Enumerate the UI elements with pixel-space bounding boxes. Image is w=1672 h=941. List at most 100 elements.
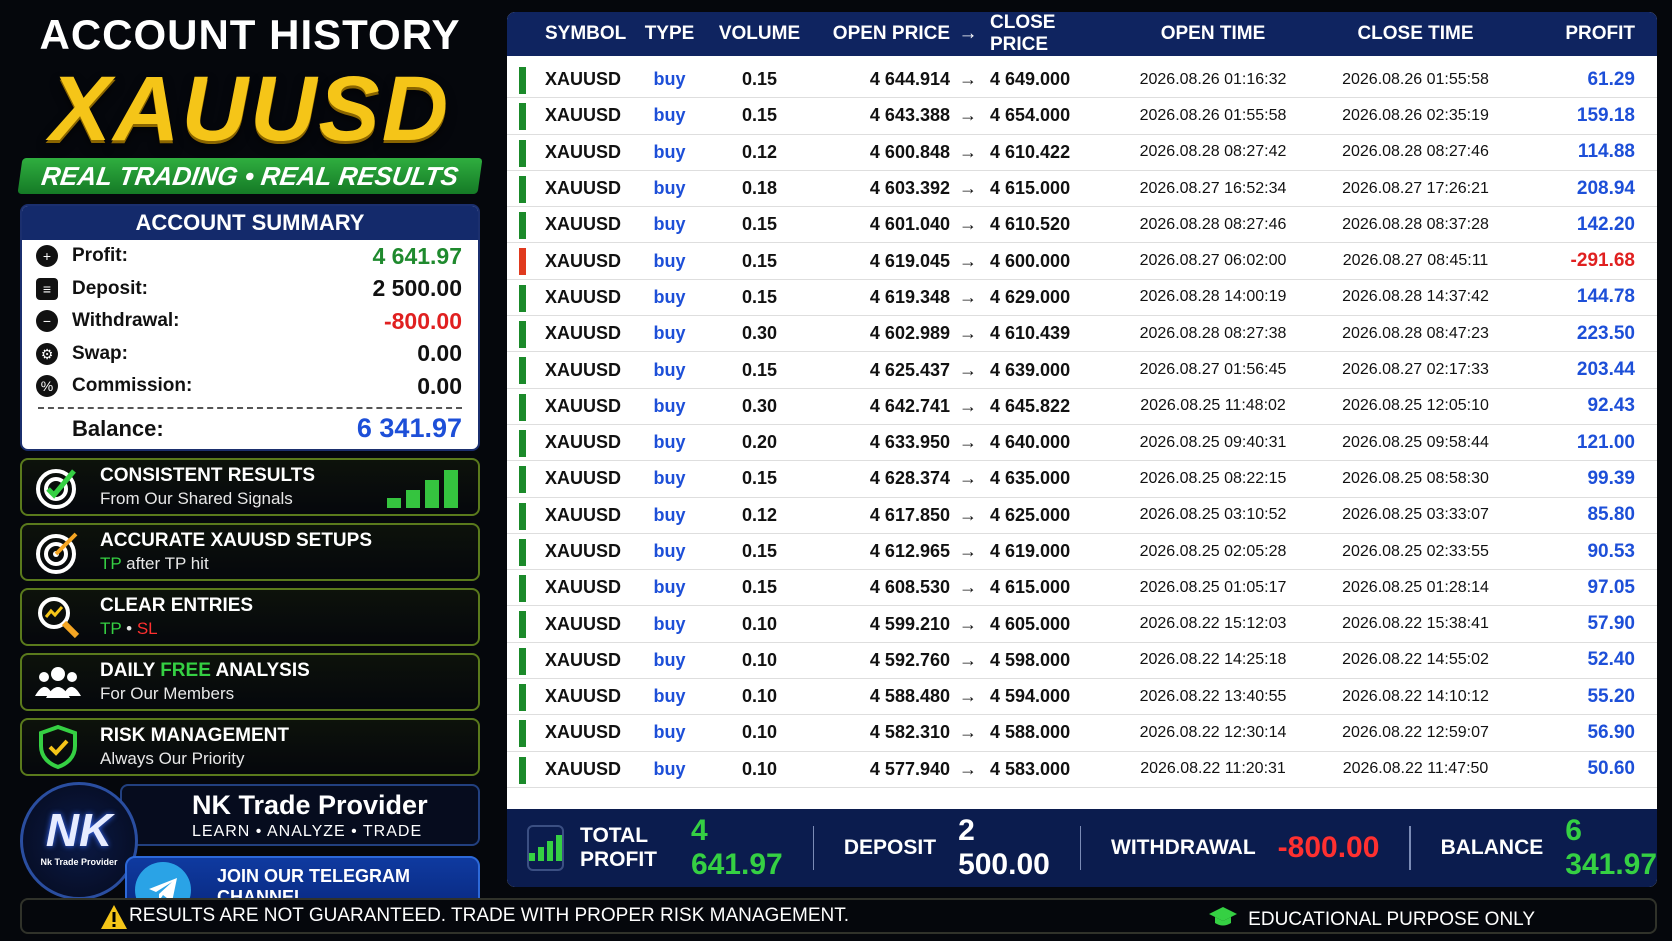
feature-title-b: ANALYSIS (215, 659, 310, 681)
left-panel: ACCOUNT HISTORY XAUUSD REAL TRADING • RE… (17, 8, 483, 939)
cell-open-time: 2026.08.26 01:16:32 (1139, 70, 1287, 88)
magnifier-chart-icon (32, 591, 84, 643)
cell-profit: 121.00 (1576, 431, 1635, 453)
feature-subtitle-text: after TP hit (126, 553, 209, 573)
arrow-icon: → (959, 758, 977, 779)
table-row: XAUUSD buy 0.15 4 643.388 → 4 654.000 2026.08.… (507, 98, 1657, 135)
cell-profit: 92.43 (1587, 395, 1635, 417)
balance-value: 6 341.97 (356, 413, 462, 443)
deposit-icon: ≡ (36, 277, 58, 300)
cell-type: buy (653, 250, 686, 271)
summary-swap-row: ⚙ Swap: 0.00 (22, 338, 478, 371)
cell-close-price: 4 615.000 (990, 178, 1071, 199)
cell-open-time: 2026.08.22 12:30:14 (1139, 723, 1287, 741)
cell-type: buy (653, 613, 686, 634)
cell-open-price: 4 601.040 (869, 214, 950, 235)
warning-icon (100, 904, 128, 936)
cell-volume: 0.12 (741, 141, 778, 162)
cell-profit: 223.50 (1576, 322, 1635, 344)
cell-close-time: 2026.08.25 02:33:55 (1342, 542, 1489, 560)
cell-volume: 0.15 (741, 541, 778, 561)
result-marker (519, 647, 526, 675)
cell-close-price: 4 619.000 (990, 541, 1071, 561)
divider (812, 826, 814, 870)
result-marker (519, 720, 526, 748)
swap-value: 0.00 (417, 340, 462, 367)
cell-close-price: 4 600.000 (990, 250, 1071, 271)
cell-type: buy (653, 722, 686, 743)
cell-profit: 208.94 (1576, 177, 1635, 199)
cell-close-time: 2026.08.22 15:38:41 (1342, 615, 1489, 633)
arrow-icon: → (959, 613, 977, 634)
cell-close-time: 2026.08.22 12:59:07 (1342, 723, 1489, 741)
result-marker (519, 611, 526, 639)
cell-open-time: 2026.08.25 11:48:02 (1140, 397, 1286, 415)
summary-profit-row: + Profit: 4 641.97 (22, 240, 478, 273)
cell-open-price: 4 599.210 (869, 613, 950, 634)
table-row: XAUUSD buy 0.15 4 608.530 → 4 615.000 2026.08.… (507, 570, 1657, 607)
cell-close-price: 4 639.000 (990, 359, 1071, 380)
feature-subtitle: TP • SL (100, 619, 253, 639)
cell-close-price: 4 649.000 (990, 69, 1071, 90)
arrow-icon: → (959, 323, 977, 344)
tp-label: TP (100, 553, 122, 573)
sl-label: SL (136, 618, 158, 638)
deposit-value: 2 500.00 (372, 275, 462, 302)
cell-profit: 159.18 (1576, 104, 1635, 126)
arrow-icon: → (959, 141, 977, 162)
cell-type: buy (653, 577, 686, 598)
table-row: XAUUSD buy 0.15 4 601.040 → 4 610.520 2026.08.… (507, 207, 1657, 244)
cell-close-time: 2026.08.25 03:33:07 (1342, 506, 1489, 524)
dot-separator: • (126, 618, 133, 638)
cell-volume: 0.10 (741, 758, 778, 779)
header-open-price: OPEN PRICE (832, 23, 950, 44)
cell-close-price: 4 645.822 (990, 395, 1071, 416)
total-profit-value: 4 641.97 (690, 814, 783, 881)
brand-box: NK Trade Provider LEARN • ANALYZE • TRAD… (120, 783, 480, 846)
arrow-icon: → (959, 359, 977, 380)
cell-volume: 0.20 (741, 432, 778, 453)
withdrawal-label: Withdrawal: (72, 310, 180, 332)
bullseye-icon (32, 526, 84, 578)
header-symbol: SYMBOL (545, 23, 627, 44)
cell-open-time: 2026.08.25 03:10:52 (1139, 506, 1287, 524)
table-row: XAUUSD buy 0.15 4 628.374 → 4 635.000 2026.08.… (507, 461, 1657, 498)
table-header: SYMBOL TYPE VOLUME OPEN PRICE → CLOSE PR… (507, 12, 1657, 56)
free-label: FREE (160, 659, 211, 681)
cell-close-time: 2026.08.25 01:28:14 (1342, 578, 1489, 596)
cell-close-time: 2026.08.25 12:05:10 (1342, 397, 1489, 415)
growth-chart-icon (387, 469, 458, 508)
header-type: TYPE (644, 23, 695, 44)
table-row: XAUUSD buy 0.10 4 599.210 → 4 605.000 2026.08.… (507, 606, 1657, 643)
arrow-icon: → (959, 577, 977, 598)
brand-name: NK Trade Provider (192, 789, 428, 820)
cell-open-price: 4 644.914 (869, 69, 950, 90)
cell-close-time: 2026.08.26 01:55:58 (1342, 70, 1489, 88)
cell-close-price: 4 594.000 (990, 686, 1071, 707)
cell-type: buy (653, 686, 686, 707)
cell-profit: 99.39 (1587, 467, 1635, 489)
result-marker (519, 684, 526, 712)
arrow-icon: → (959, 504, 977, 525)
result-marker (519, 321, 526, 349)
cell-profit: 144.78 (1576, 286, 1635, 308)
cell-close-price: 4 629.000 (990, 286, 1071, 307)
table-row: XAUUSD buy 0.30 4 642.741 → 4 645.822 2026.08.… (507, 389, 1657, 425)
cell-open-time: 2026.08.25 01:05:17 (1139, 578, 1287, 596)
cell-volume: 0.10 (741, 649, 778, 670)
cell-volume: 0.15 (741, 250, 778, 271)
graduation-cap-icon (1208, 906, 1238, 934)
cell-volume: 0.10 (741, 686, 778, 707)
symbol-title: XAUUSD (49, 58, 451, 160)
cell-type: buy (653, 468, 686, 489)
total-withdrawal-label: WITHDRAWAL (1111, 836, 1256, 859)
arrow-icon: → (959, 686, 977, 707)
summary-deposit-row: ≡ Deposit: 2 500.00 (22, 273, 478, 306)
result-marker (519, 538, 526, 566)
feature-title: DAILY FREE ANALYSIS (100, 660, 310, 682)
summary-withdrawal-row: − Withdrawal: -800.00 (22, 305, 478, 338)
total-balance-label: BALANCE (1440, 836, 1544, 859)
logo-text: NK (45, 803, 113, 856)
table-row: XAUUSD buy 0.15 4 619.348 → 4 629.000 2026.08.… (507, 280, 1657, 317)
feature-daily-analysis: DAILY FREE ANALYSIS For Our Members (20, 652, 480, 711)
